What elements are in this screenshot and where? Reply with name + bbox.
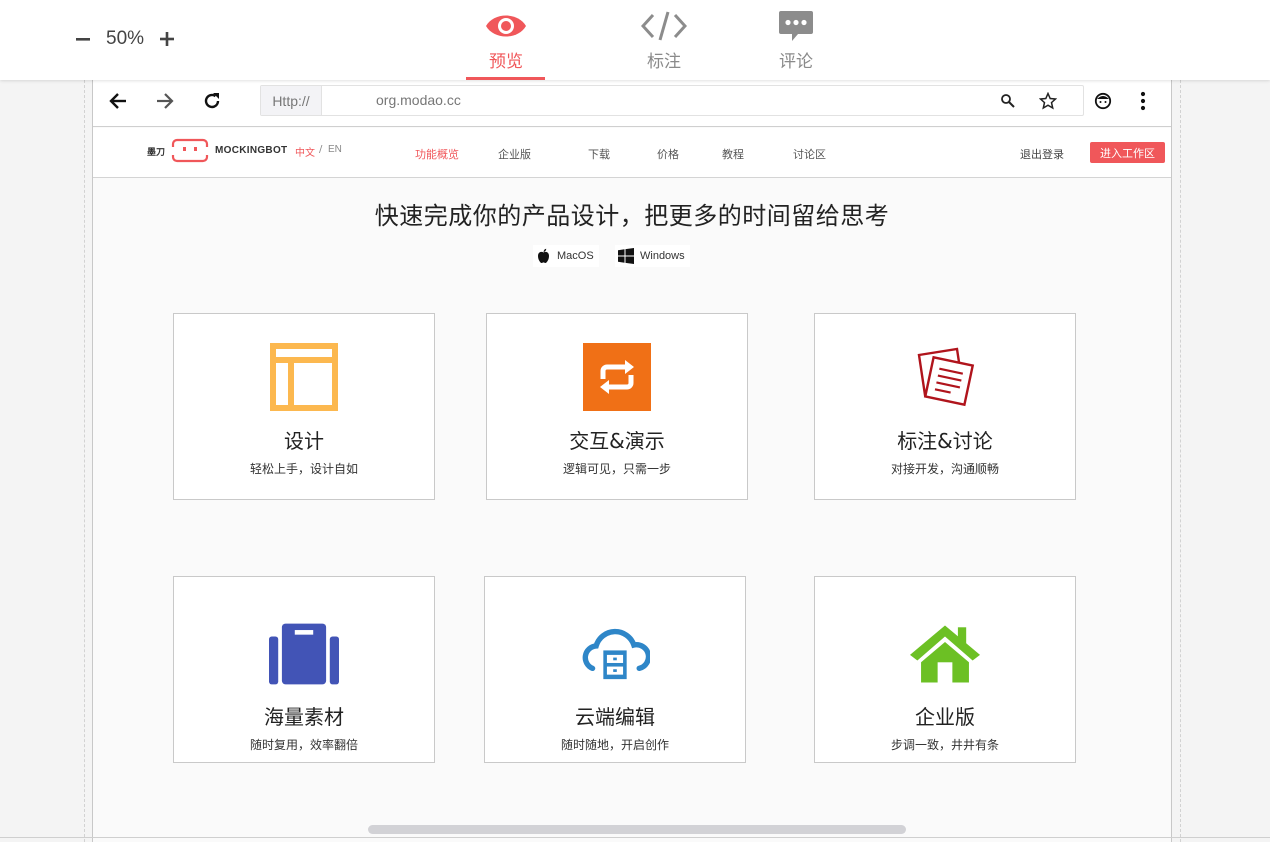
macos-label: MacOS — [557, 250, 594, 262]
back-button[interactable] — [105, 88, 131, 114]
reload-icon — [204, 93, 220, 109]
address-bar[interactable]: Http:// org.modao.cc — [260, 85, 1084, 116]
horizontal-scrollbar[interactable] — [368, 825, 906, 834]
nav-forum[interactable]: 讨论区 — [793, 146, 826, 162]
nav-features[interactable]: 功能概览 — [415, 146, 459, 162]
feature-card-annotation[interactable]: 标注&讨论 对接开发，沟通顺畅 — [814, 313, 1076, 500]
windows-icon — [618, 248, 634, 264]
feature-subtitle: 轻松上手，设计自如 — [249, 462, 358, 476]
logout-link[interactable]: 退出登录 — [1020, 146, 1064, 162]
feature-title: 交互&演示 — [569, 429, 665, 453]
cloud-icon — [582, 628, 650, 680]
notes-icon — [917, 347, 975, 407]
layout-icon — [270, 343, 338, 411]
logo-face-icon — [171, 138, 209, 163]
browser-chrome: Http:// org.modao.cc — [93, 80, 1171, 127]
download-macos-button[interactable]: MacOS — [533, 245, 599, 267]
tab-annotate[interactable]: 标注 — [598, 0, 730, 80]
forward-button[interactable] — [152, 88, 178, 114]
url-text: org.modao.cc — [376, 92, 461, 108]
feature-card-cloud[interactable]: 云端编辑 随时随地，开启创作 — [484, 576, 746, 763]
browser-frame: Http:// org.modao.cc 墨刀 MOCKINGBOT 中文 / … — [92, 80, 1172, 842]
feature-title: 海量素材 — [264, 705, 344, 729]
zoom-level: 50% — [106, 28, 145, 49]
lang-separator: / — [319, 144, 323, 155]
nav-enterprise[interactable]: 企业版 — [498, 146, 531, 162]
lang-en-link[interactable]: EN — [328, 144, 342, 155]
feature-subtitle: 对接开发，沟通顺畅 — [890, 462, 999, 476]
feature-title: 云端编辑 — [575, 705, 655, 729]
feature-card-assets[interactable]: 海量素材 随时复用，效率翻倍 — [173, 576, 435, 763]
bookmark-button[interactable] — [1037, 90, 1059, 112]
feature-title: 标注&讨论 — [897, 429, 993, 453]
plus-icon — [160, 32, 175, 46]
canvas-guide-right — [1180, 80, 1181, 842]
tab-comment-label: 评论 — [779, 52, 813, 72]
tab-preview-label: 预览 — [489, 52, 523, 72]
download-windows-button[interactable]: Windows — [615, 245, 690, 267]
star-icon — [1039, 92, 1057, 110]
feature-title: 企业版 — [915, 705, 975, 729]
profile-button[interactable] — [1090, 88, 1116, 114]
briefcase-icon — [269, 623, 339, 685]
eye-icon — [486, 15, 526, 37]
feature-card-design[interactable]: 设计 轻松上手，设计自如 — [173, 313, 435, 500]
tab-comment[interactable]: 评论 — [730, 0, 862, 80]
apple-icon — [538, 248, 549, 263]
lang-zh-link[interactable]: 中文 — [295, 144, 315, 159]
nav-tutorial[interactable]: 教程 — [722, 146, 744, 162]
arrow-right-icon — [157, 93, 174, 109]
feature-title: 设计 — [284, 429, 324, 453]
zoom-search-button[interactable] — [997, 90, 1019, 112]
site-header: 墨刀 MOCKINGBOT 中文 / EN 功能概览 企业版 下载 价格 教程 … — [93, 128, 1171, 178]
comment-icon — [779, 11, 813, 41]
house-icon — [910, 625, 980, 683]
feature-card-enterprise[interactable]: 企业版 步调一致，井井有条 — [814, 576, 1076, 763]
canvas-guide-left — [84, 80, 85, 842]
feature-subtitle: 步调一致，井井有条 — [890, 738, 999, 752]
tab-preview[interactable]: 预览 — [466, 0, 546, 80]
logo-cn: 墨刀 — [147, 148, 166, 158]
logo-text: MOCKINGBOT — [215, 145, 288, 156]
magnifier-icon — [1001, 94, 1015, 108]
feature-card-interaction[interactable]: 交互&演示 逻辑可见，只需一步 — [486, 313, 748, 500]
more-vertical-icon — [1140, 91, 1146, 111]
avatar-icon — [1094, 92, 1112, 110]
feature-subtitle: 逻辑可见，只需一步 — [562, 462, 671, 476]
code-icon — [641, 11, 687, 41]
feature-subtitle: 随时随地，开启创作 — [560, 738, 669, 752]
zoom-out-button[interactable] — [74, 26, 92, 52]
arrow-left-icon — [109, 93, 126, 109]
bottom-divider — [0, 837, 1270, 838]
preview-toolbar: 50% 预览 标注 评论 — [0, 0, 1270, 80]
view-mode-tabs: 预览 标注 评论 — [466, 0, 862, 80]
url-protocol: Http:// — [261, 86, 322, 115]
minus-icon — [76, 38, 90, 41]
tab-annotate-label: 标注 — [647, 52, 681, 72]
nav-download[interactable]: 下载 — [588, 146, 610, 162]
zoom-control: 50% — [74, 26, 176, 52]
reload-button[interactable] — [199, 88, 225, 114]
swap-icon — [583, 343, 651, 411]
hero-title: 快速完成你的产品设计，把更多的时间留给思考 — [374, 202, 890, 230]
nav-pricing[interactable]: 价格 — [657, 146, 679, 162]
browser-menu-button[interactable] — [1130, 88, 1156, 114]
zoom-in-button[interactable] — [158, 26, 176, 52]
enter-workspace-button[interactable]: 进入工作区 — [1090, 142, 1165, 163]
feature-subtitle: 随时复用，效率翻倍 — [249, 738, 358, 752]
windows-label: Windows — [640, 250, 685, 262]
